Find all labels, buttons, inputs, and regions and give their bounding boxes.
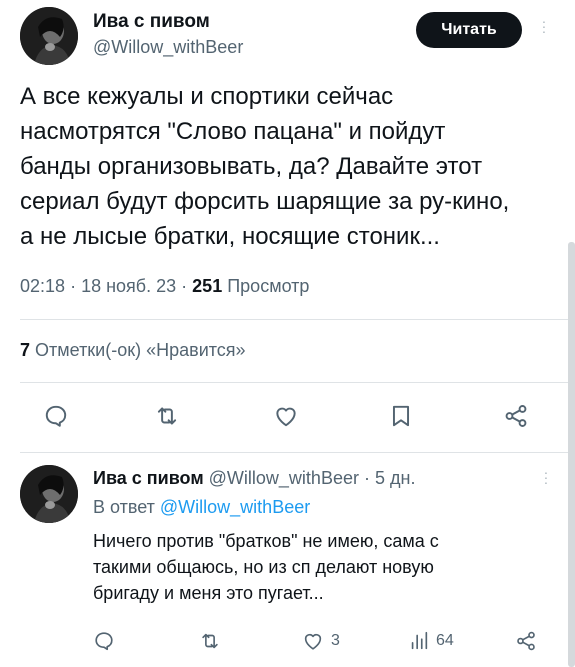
reply-author-avatar[interactable] bbox=[20, 465, 78, 523]
like-icon bbox=[304, 633, 322, 650]
follow-button[interactable]: Читать bbox=[416, 12, 522, 48]
tweet-meta: 02:18 · 18 нояб. 23 · 251 Просмотр bbox=[20, 276, 309, 297]
retweet-button[interactable] bbox=[153, 403, 181, 429]
share-icon bbox=[505, 405, 527, 427]
more-icon[interactable]: · · · bbox=[543, 465, 549, 489]
reply-to-label: В ответ bbox=[93, 497, 155, 517]
divider bbox=[20, 319, 575, 320]
retweet-icon bbox=[202, 633, 218, 649]
reply-views-count: 64 bbox=[436, 632, 454, 649]
reply-retweet-button[interactable] bbox=[198, 630, 222, 652]
bookmark-button[interactable] bbox=[388, 402, 414, 430]
views-count: 251 bbox=[192, 276, 223, 296]
author-avatar[interactable] bbox=[20, 7, 78, 65]
more-icon[interactable]: · · · bbox=[541, 14, 547, 38]
reply-likes-count: 3 bbox=[331, 632, 340, 649]
reply-button[interactable] bbox=[43, 403, 69, 429]
author-handle[interactable]: @Willow_withBeer bbox=[93, 37, 243, 58]
scrollbar[interactable] bbox=[568, 242, 575, 667]
reply-author-name[interactable]: Ива с пивом bbox=[93, 468, 204, 488]
reply-author-handle[interactable]: @Willow_withBeer bbox=[209, 468, 359, 488]
reply-reply-button[interactable] bbox=[93, 630, 115, 652]
like-icon bbox=[276, 407, 296, 427]
meta-separator: · bbox=[181, 276, 188, 296]
share-icon bbox=[517, 631, 535, 651]
tweet-text: А все кежуалы и спортики сейчас насмотря… bbox=[20, 83, 510, 250]
views-label: Просмотр bbox=[227, 276, 310, 296]
reply-views-button[interactable]: 64 bbox=[408, 630, 454, 652]
divider bbox=[20, 452, 575, 453]
reply-age[interactable]: 5 дн. bbox=[375, 468, 415, 488]
reply-icon bbox=[45, 405, 67, 427]
likes-summary[interactable]: 7 Отметки(-ок) «Нравится» bbox=[20, 340, 246, 361]
tweet-time[interactable]: 02:18 bbox=[20, 276, 65, 296]
share-button[interactable] bbox=[503, 403, 529, 429]
reply-icon bbox=[95, 632, 113, 651]
views-icon bbox=[411, 631, 428, 650]
likes-count: 7 bbox=[20, 340, 31, 360]
reply-header: Ива с пивом @Willow_withBeer · 5 дн. bbox=[93, 468, 415, 489]
like-button[interactable] bbox=[272, 403, 300, 429]
reply-share-button[interactable] bbox=[515, 630, 537, 652]
retweet-icon bbox=[157, 407, 177, 425]
tweet-date[interactable]: 18 нояб. 23 bbox=[81, 276, 176, 296]
reply-separator: · bbox=[363, 468, 370, 488]
reply-to-line: В ответ @Willow_withBeer bbox=[93, 497, 310, 518]
reply-to-handle[interactable]: @Willow_withBeer bbox=[160, 497, 310, 517]
divider bbox=[20, 382, 575, 383]
bookmark-icon bbox=[392, 405, 410, 427]
reply-like-button[interactable]: 3 bbox=[301, 630, 340, 652]
meta-separator: · bbox=[70, 276, 77, 296]
author-name[interactable]: Ива с пивом bbox=[93, 11, 210, 33]
reply-text: Ничего против "братков" не имею, сама с … bbox=[93, 531, 439, 603]
likes-label: Отметки(-ок) «Нравится» bbox=[35, 340, 246, 360]
